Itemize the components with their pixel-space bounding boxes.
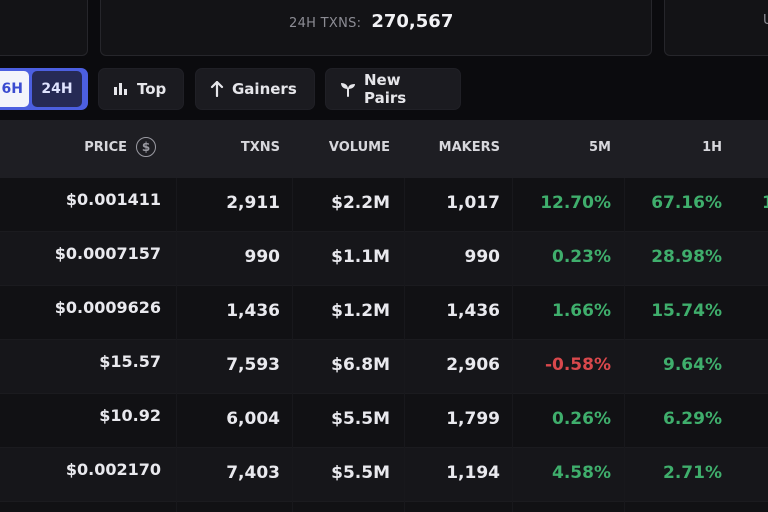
header-txns[interactable]: TXNS <box>241 140 280 155</box>
arrow-up-icon <box>210 81 224 97</box>
row-separator <box>0 501 768 502</box>
header-price[interactable]: PRICE <box>84 140 127 155</box>
cell-1h: 67.16% <box>651 193 722 213</box>
sprout-icon <box>340 81 356 97</box>
table-header: PRICE $ TXNS VOLUME MAKERS 5M 1H <box>0 120 768 178</box>
cell-price: $15.57 <box>99 352 161 371</box>
filter-bar: 6H 24H Top Gainers New Pairs <box>0 58 768 120</box>
table-row[interactable]: $0.0009626 1,436 $1.2M 1,436 1.66% 15.74% <box>0 286 768 340</box>
cell-5m: 4.58% <box>552 463 611 483</box>
cell-volume: $1.2M <box>331 301 390 321</box>
gainers-button[interactable]: Gainers <box>195 68 315 110</box>
cell-price: $0.002170 <box>65 460 161 479</box>
cell-1h: 2.71% <box>663 463 722 483</box>
cell-1h: 15.74% <box>651 301 722 321</box>
cell-price: $10.92 <box>99 406 161 425</box>
column-divider <box>176 178 177 512</box>
cell-volume: $5.5M <box>331 463 390 483</box>
cell-makers: 1,194 <box>446 463 500 483</box>
timeframe-toggle: 6H 24H <box>0 68 88 110</box>
cell-1h: 28.98% <box>651 247 722 267</box>
cell-1h: 6.29% <box>663 409 722 429</box>
cell-5m: 0.23% <box>552 247 611 267</box>
gainers-label: Gainers <box>232 80 297 98</box>
column-divider <box>512 178 513 512</box>
header-volume[interactable]: VOLUME <box>329 140 390 155</box>
cell-makers: 1,799 <box>446 409 500 429</box>
cell-makers: 1,017 <box>446 193 500 213</box>
column-divider <box>292 178 293 512</box>
table-row[interactable]: $0.002170 7,403 $5.5M 1,194 4.58% 2.71% <box>0 448 768 502</box>
timeframe-24h-button[interactable]: 24H <box>32 71 82 107</box>
header-makers[interactable]: MAKERS <box>439 140 500 155</box>
cell-volume: $6.8M <box>331 355 390 375</box>
stat-right-label: U <box>763 13 768 28</box>
cell-volume: $5.5M <box>331 409 390 429</box>
cell-makers: 2,906 <box>446 355 500 375</box>
cell-5m: 12.70% <box>540 193 611 213</box>
column-divider <box>404 178 405 512</box>
header-5m[interactable]: 5M <box>589 140 611 155</box>
cell-txns: 7,403 <box>226 463 280 483</box>
cell-makers: 990 <box>464 247 501 267</box>
cell-txns: 6,004 <box>226 409 280 429</box>
top-label: Top <box>137 80 167 98</box>
stat-box-txns: 24H TXNS: 270,567 <box>100 0 652 56</box>
new-pairs-button[interactable]: New Pairs <box>325 68 461 110</box>
stat-box-right: U <box>664 0 768 56</box>
cell-5m: 1.66% <box>552 301 611 321</box>
cell-volume: $2.2M <box>331 193 390 213</box>
top-button[interactable]: Top <box>98 68 184 110</box>
table-row[interactable]: $10.92 6,004 $5.5M 1,799 0.26% 6.29% <box>0 394 768 448</box>
table-row[interactable]: $0.001411 2,911 $2.2M 1,017 12.70% 67.16% 1 <box>0 178 768 232</box>
cell-txns: 2,911 <box>226 193 280 213</box>
txns-label: 24H TXNS: <box>289 16 362 31</box>
txns-value: 270,567 <box>371 11 454 32</box>
timeframe-6h-button[interactable]: 6H <box>0 71 29 107</box>
new-pairs-label: New Pairs <box>364 71 407 107</box>
cell-volume: $1.1M <box>331 247 390 267</box>
cell-price: $0.0009626 <box>54 298 161 317</box>
dollar-circle-icon[interactable]: $ <box>136 137 156 157</box>
column-divider <box>624 178 625 512</box>
stats-strip: 24H TXNS: 270,567 U <box>0 0 768 58</box>
pairs-table: PRICE $ TXNS VOLUME MAKERS 5M 1H $0.0014… <box>0 120 768 512</box>
cell-makers: 1,436 <box>446 301 500 321</box>
cell-txns: 7,593 <box>226 355 280 375</box>
cell-5m: 0.26% <box>552 409 611 429</box>
cell-txns: 990 <box>244 247 281 267</box>
stat-box-left <box>0 0 88 56</box>
cell-5m: -0.58% <box>544 355 611 375</box>
table-row[interactable]: $15.57 7,593 $6.8M 2,906 -0.58% 9.64% <box>0 340 768 394</box>
header-1h[interactable]: 1H <box>702 140 722 155</box>
table-row[interactable]: $0.0007157 990 $1.1M 990 0.23% 28.98% <box>0 232 768 286</box>
cell-next-column-clipped: 1 <box>762 193 768 213</box>
cell-1h: 9.64% <box>663 355 722 375</box>
cell-price: $0.0007157 <box>54 244 161 263</box>
bar-chart-icon <box>113 82 129 96</box>
cell-price: $0.001411 <box>65 190 161 209</box>
cell-txns: 1,436 <box>226 301 280 321</box>
